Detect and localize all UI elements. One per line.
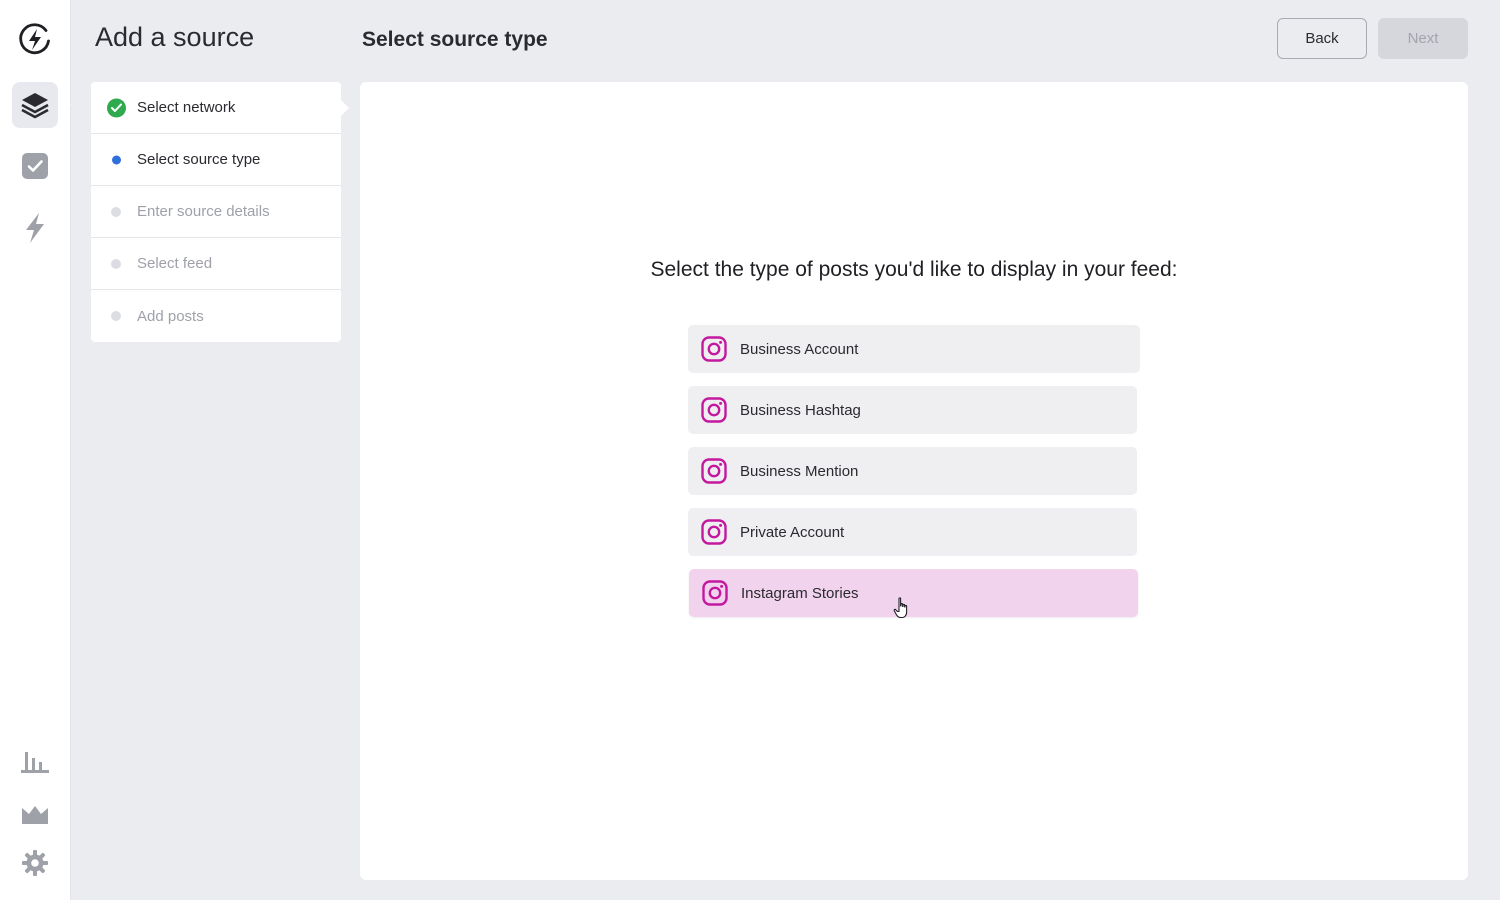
- instagram-icon: [701, 397, 727, 423]
- step-label: Enter source details: [137, 203, 270, 220]
- pending-step-dot-icon: [111, 258, 121, 269]
- gear-icon[interactable]: [12, 840, 58, 886]
- step-enter-source-details: Enter source details: [91, 186, 341, 238]
- option-label: Business Mention: [740, 462, 859, 480]
- step-select-network[interactable]: Select network: [91, 82, 349, 134]
- check-circle-icon: [107, 98, 126, 117]
- pending-step-dot-icon: [111, 311, 121, 321]
- pending-step-dot-icon: [111, 206, 121, 217]
- step-add-posts: Add posts: [91, 290, 341, 342]
- option-label: Private Account: [740, 523, 845, 541]
- page-title: Add a source: [95, 22, 255, 52]
- option-business-hashtag[interactable]: Business Hashtag: [688, 386, 1137, 434]
- step-select-source-type[interactable]: Select source type: [91, 134, 341, 186]
- lightning-icon[interactable]: [12, 205, 58, 251]
- step-title: Select source type: [362, 28, 548, 51]
- source-type-card: Select the type of posts you'd like to d…: [360, 82, 1468, 880]
- option-label: Business Hashtag: [740, 401, 861, 419]
- hand-cursor-icon: [893, 597, 908, 619]
- crown-icon[interactable]: [12, 792, 58, 838]
- instagram-icon: [702, 580, 728, 606]
- step-label: Select source type: [137, 151, 261, 168]
- bar-chart-icon[interactable]: [12, 739, 58, 785]
- step-label: Select network: [137, 99, 236, 116]
- option-private-account[interactable]: Private Account: [688, 508, 1137, 556]
- next-button[interactable]: Next: [1378, 18, 1468, 59]
- instagram-icon: [701, 458, 727, 484]
- option-business-mention[interactable]: Business Mention: [688, 447, 1137, 495]
- back-button[interactable]: Back: [1277, 18, 1367, 59]
- layers-icon[interactable]: [12, 82, 71, 128]
- current-step-dot-icon: [112, 155, 121, 164]
- step-label: Select feed: [137, 255, 213, 272]
- step-select-feed: Select feed: [91, 238, 341, 290]
- option-business-account[interactable]: Business Account: [688, 325, 1140, 373]
- step-label: Add posts: [137, 307, 204, 325]
- logo-icon[interactable]: [12, 16, 58, 62]
- wizard-steps: Select network Select source type Enter …: [91, 82, 349, 342]
- icon-rail: [0, 0, 71, 900]
- option-label: Instagram Stories: [741, 584, 859, 602]
- instagram-icon: [701, 336, 727, 362]
- instagram-icon: [701, 519, 727, 545]
- option-label: Business Account: [740, 340, 859, 358]
- checkbox-icon[interactable]: [12, 143, 58, 189]
- option-instagram-stories[interactable]: Instagram Stories: [689, 569, 1138, 617]
- selection-prompt: Select the type of posts you'd like to d…: [650, 258, 1178, 281]
